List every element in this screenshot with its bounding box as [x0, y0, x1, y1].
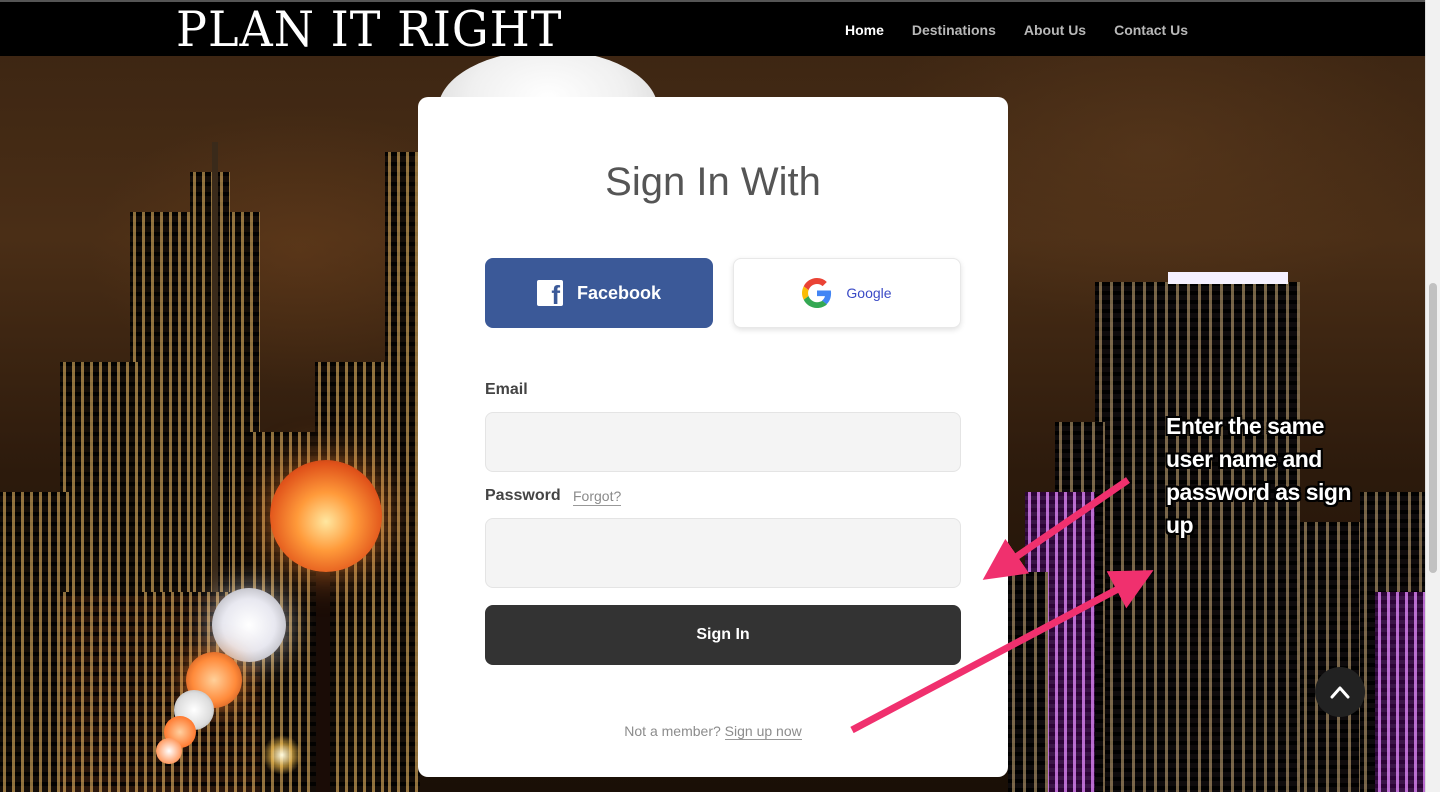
street-light-glow [262, 735, 302, 775]
forgot-password-link[interactable]: Forgot? [573, 488, 622, 506]
signin-button[interactable]: Sign In [485, 605, 961, 665]
street-lamp [156, 738, 182, 764]
signup-prompt: Not a member? Sign up now [418, 723, 1008, 740]
annotation-text: Enter the same user name and password as… [1166, 413, 1352, 538]
back-to-top-button[interactable] [1315, 667, 1365, 717]
google-signin-button[interactable]: Google [733, 258, 961, 328]
lamp-pole [316, 560, 330, 792]
building-purple [1375, 592, 1425, 792]
site-header: PLAN IT RIGHT Home Destinations About Us… [0, 0, 1425, 59]
street-lamp [212, 588, 286, 662]
main-nav: Home Destinations About Us Contact Us [845, 2, 1188, 58]
chevron-up-icon [1330, 686, 1350, 699]
facebook-signin-button[interactable]: f Facebook [485, 258, 713, 328]
facebook-icon: f [536, 280, 563, 308]
google-button-label: Google [846, 285, 892, 301]
member-text: Not a member? [624, 723, 721, 739]
nav-about-us[interactable]: About Us [1024, 22, 1086, 38]
email-field[interactable] [485, 412, 961, 472]
scrollbar-thumb[interactable] [1429, 283, 1437, 573]
password-label: Password [485, 487, 561, 504]
nav-home[interactable]: Home [845, 22, 884, 38]
nav-destinations[interactable]: Destinations [912, 22, 996, 38]
signin-title: Sign In With [605, 160, 821, 204]
building [1008, 572, 1048, 792]
building [1300, 522, 1360, 792]
building-light [1168, 272, 1288, 284]
google-icon [802, 278, 832, 308]
page-scrollbar[interactable] [1425, 0, 1440, 792]
street-lamp [270, 460, 382, 572]
email-label: Email [485, 381, 528, 398]
password-field[interactable] [485, 518, 961, 588]
building [385, 152, 420, 792]
signup-link[interactable]: Sign up now [724, 723, 802, 740]
nav-contact-us[interactable]: Contact Us [1114, 22, 1188, 38]
facebook-button-label: Facebook [576, 282, 662, 303]
site-logo[interactable]: PLAN IT RIGHT [176, 0, 562, 59]
